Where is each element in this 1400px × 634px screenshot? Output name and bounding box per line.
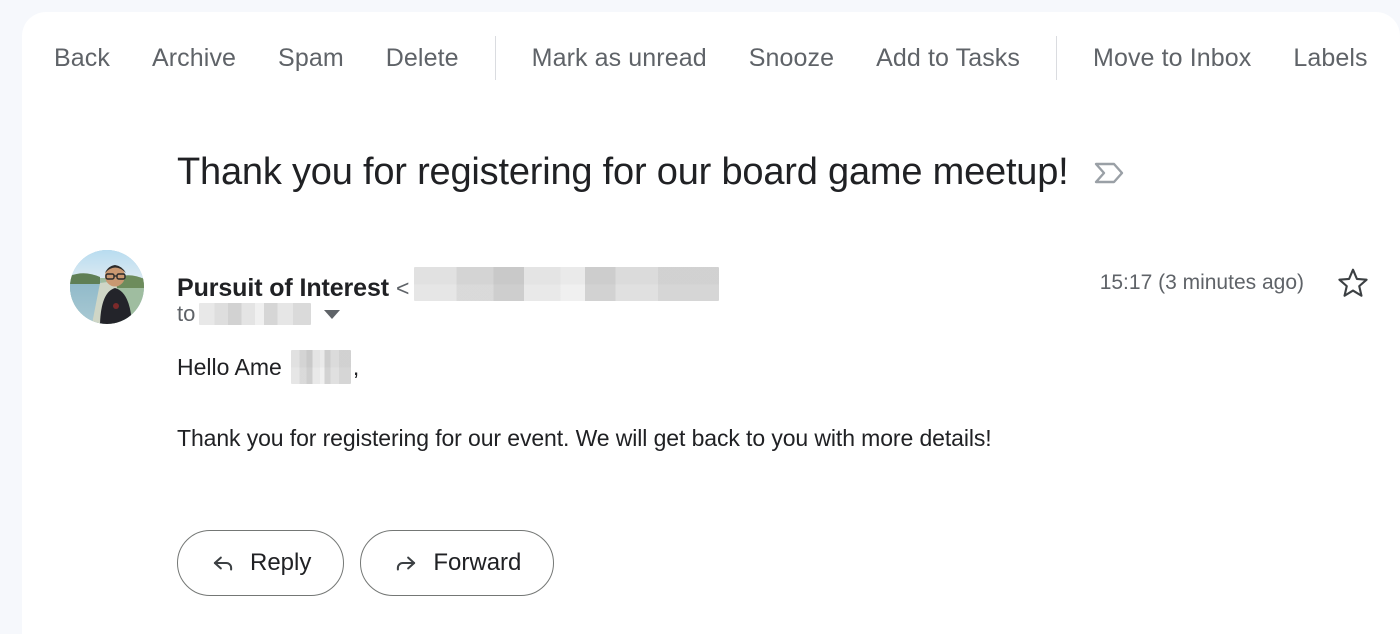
sender-address-angle: < bbox=[396, 275, 410, 301]
toolbar-divider-1 bbox=[494, 36, 496, 80]
greeting-text: Hello Ame bbox=[177, 353, 282, 380]
toolbar-divider-2 bbox=[1056, 36, 1058, 80]
avatar-photo[interactable] bbox=[70, 250, 144, 324]
reply-button-label: Reply bbox=[250, 549, 312, 576]
email-card: Back Archive Spam Delete Mark as unread … bbox=[22, 12, 1400, 634]
reply-button[interactable]: Reply bbox=[177, 530, 345, 596]
email-subject: Thank you for registering for our board … bbox=[177, 151, 1069, 193]
toolbar-move-to-inbox[interactable]: Move to Inbox bbox=[1083, 40, 1261, 77]
forward-button-label: Forward bbox=[433, 549, 522, 576]
recipient-address-redacted bbox=[199, 303, 312, 325]
toolbar-back[interactable]: Back bbox=[44, 40, 120, 77]
toolbar-labels[interactable]: Labels bbox=[1283, 40, 1377, 77]
toolbar-mark-as-unread[interactable]: Mark as unread bbox=[522, 40, 717, 77]
reply-arrow-icon bbox=[213, 556, 233, 571]
sender-name: Pursuit of Interest bbox=[177, 274, 390, 302]
label-chevron-icon[interactable] bbox=[1093, 159, 1125, 192]
star-outline-icon[interactable] bbox=[1336, 266, 1370, 300]
email-timestamp: 15:17 (3 minutes ago) bbox=[1099, 271, 1304, 294]
toolbar-add-to-tasks[interactable]: Add to Tasks bbox=[866, 40, 1030, 77]
recipient-line: to bbox=[177, 300, 719, 328]
time-and-star: 15:17 (3 minutes ago) bbox=[1100, 266, 1370, 300]
body-paragraph: Thank you for registering for our event.… bbox=[177, 425, 992, 451]
email-action-buttons: Reply Forward bbox=[177, 530, 570, 596]
greeting-name-redacted bbox=[290, 350, 351, 384]
subject-row: Thank you for registering for our board … bbox=[177, 150, 1125, 196]
greeting-comma: , bbox=[352, 353, 360, 380]
forward-button[interactable]: Forward bbox=[360, 530, 555, 596]
email-action-toolbar: Back Archive Spam Delete Mark as unread … bbox=[22, 32, 1400, 84]
forward-arrow-icon bbox=[397, 556, 416, 571]
toolbar-delete[interactable]: Delete bbox=[376, 40, 469, 77]
email-viewer-window: Back Archive Spam Delete Mark as unread … bbox=[0, 0, 1400, 634]
toolbar-archive[interactable]: Archive bbox=[142, 40, 246, 77]
toolbar-spam[interactable]: Spam bbox=[268, 40, 354, 77]
chevron-down-icon[interactable] bbox=[324, 309, 341, 319]
sender-line: Pursuit of Interest < bbox=[177, 262, 720, 302]
body-greeting: Hello Ame , bbox=[177, 350, 359, 384]
toolbar-snooze[interactable]: Snooze bbox=[739, 40, 844, 77]
recipient-prefix: to bbox=[177, 301, 196, 326]
sender-meta: Pursuit of Interest < to bbox=[177, 262, 720, 328]
sender-address-redacted bbox=[414, 267, 720, 301]
